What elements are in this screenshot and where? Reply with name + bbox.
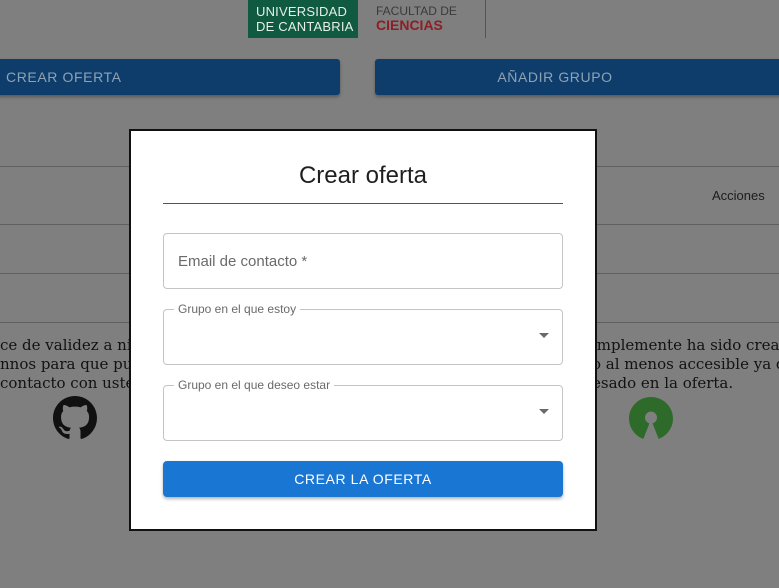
dialog-title: Crear oferta xyxy=(298,162,428,189)
email-field[interactable]: Email de contacto * xyxy=(163,233,563,289)
current-group-label: Grupo en el que estoy xyxy=(174,302,301,316)
create-offer-submit-button[interactable]: CREAR LA OFERTA xyxy=(163,461,563,497)
current-group-select[interactable]: Grupo en el que estoy xyxy=(163,302,563,365)
chevron-down-icon[interactable] xyxy=(539,333,549,338)
email-field-label: Email de contacto * xyxy=(178,253,308,270)
desired-group-label: Grupo en el que deseo estar xyxy=(174,378,335,392)
dialog-title-divider xyxy=(163,203,563,204)
chevron-down-icon[interactable] xyxy=(539,409,549,414)
desired-group-select[interactable]: Grupo en el que deseo estar xyxy=(163,378,563,441)
